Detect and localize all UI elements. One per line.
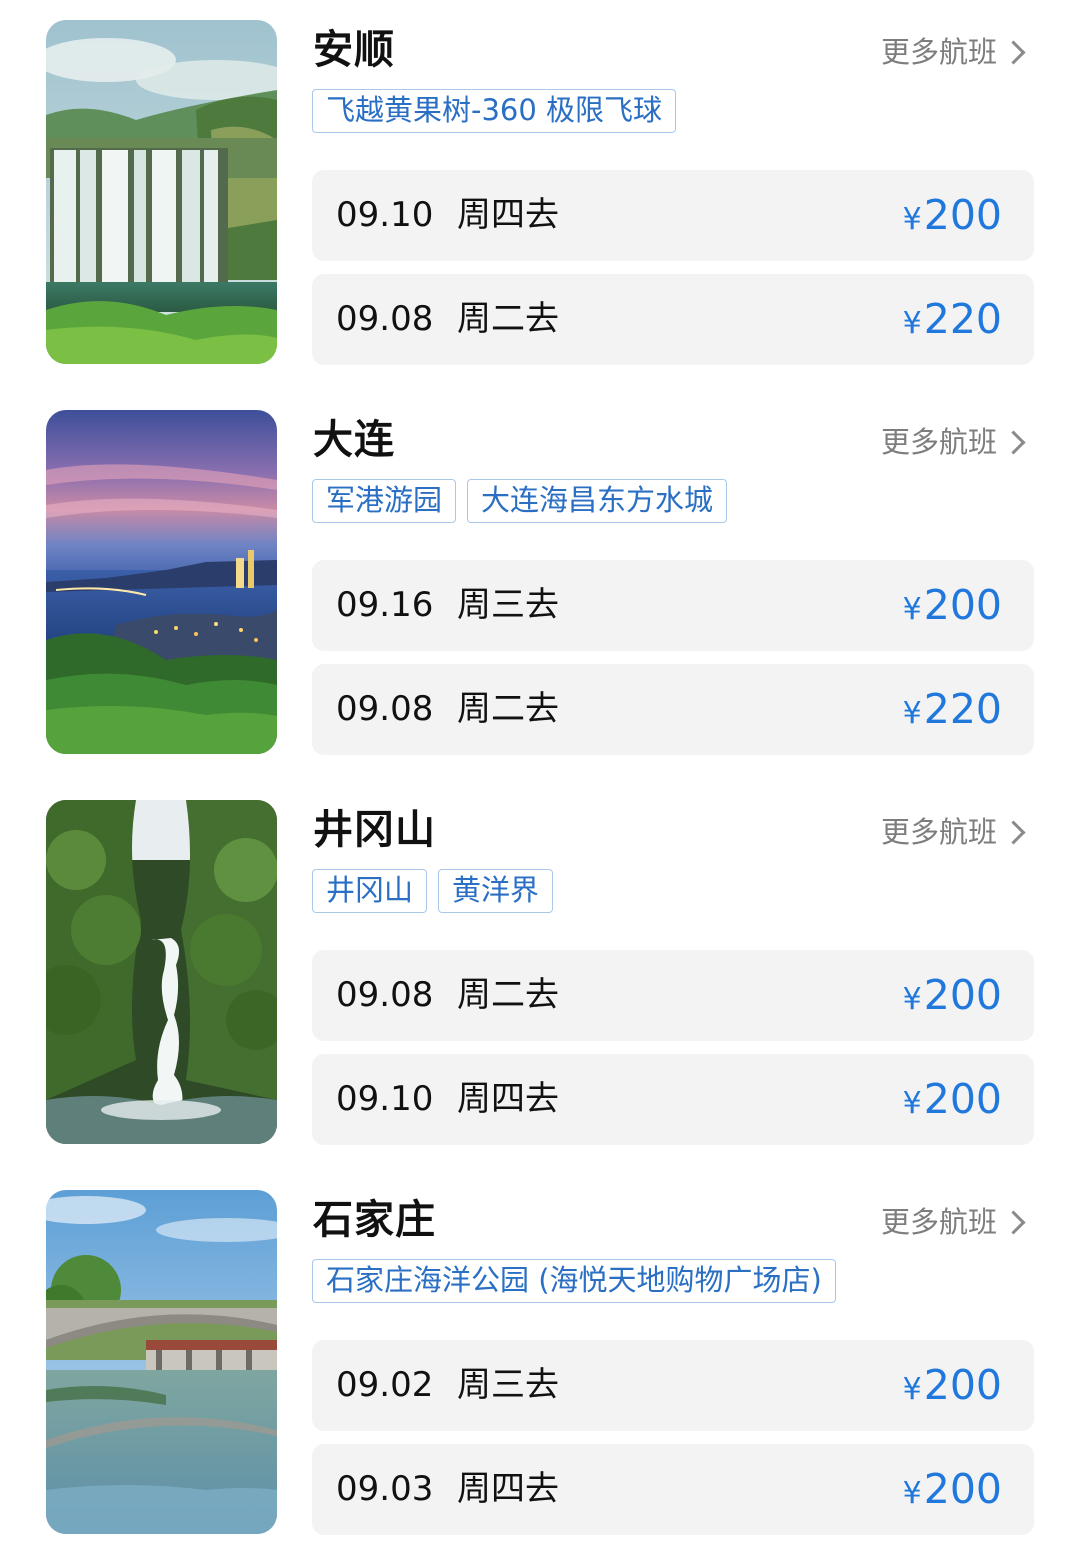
chevron-right-icon [1001, 1209, 1026, 1235]
flight-date: 09.08 [336, 975, 434, 1015]
flight-price: ¥200 [903, 170, 1002, 265]
more-flights-label: 更多航班 [880, 1205, 997, 1239]
flight-weekday: 周四去 [457, 1079, 559, 1119]
more-flights-link[interactable]: 更多航班 [881, 1202, 1028, 1242]
flight-weekday: 周二去 [457, 689, 559, 729]
price-value: 200 [923, 191, 1002, 239]
stone-arch-bridge-photo[interactable] [46, 1190, 277, 1534]
attraction-tag[interactable]: 黄洋界 [438, 869, 554, 913]
flight-date: 09.16 [336, 585, 434, 625]
price-value: 200 [923, 581, 1002, 629]
price-value: 200 [923, 1465, 1002, 1513]
flight-date: 09.02 [336, 1365, 434, 1405]
city-name: 大连 [313, 417, 395, 463]
currency-symbol: ¥ [902, 202, 922, 237]
price-value: 200 [923, 1075, 1002, 1123]
attraction-tags: 石家庄海洋公园 (海悦天地购物广场店) [312, 1259, 836, 1303]
attraction-tag[interactable]: 飞越黄果树-360 极限飞球 [312, 89, 677, 133]
coastal-city-dusk-photo[interactable] [46, 410, 277, 754]
more-flights-label: 更多航班 [880, 815, 997, 849]
city-name: 安顺 [313, 27, 395, 73]
currency-symbol: ¥ [902, 592, 922, 627]
flight-price: ¥200 [903, 560, 1002, 655]
price-value: 200 [923, 971, 1002, 1019]
city-name: 井冈山 [313, 807, 436, 853]
flight-weekday: 周二去 [457, 299, 559, 339]
flight-option[interactable]: 09.08 周二去 ¥220 [312, 274, 1034, 365]
flight-option[interactable]: 09.08 周二去 ¥220 [312, 664, 1034, 755]
more-flights-link[interactable]: 更多航班 [881, 32, 1028, 72]
price-value: 220 [923, 295, 1002, 343]
flight-date: 09.08 [336, 299, 434, 339]
flight-weekday: 周二去 [457, 975, 559, 1015]
flight-option[interactable]: 09.08 周二去 ¥200 [312, 950, 1034, 1041]
currency-symbol: ¥ [902, 1372, 922, 1407]
city-name: 石家庄 [313, 1197, 436, 1243]
attraction-tag[interactable]: 井冈山 [312, 869, 428, 913]
flight-option[interactable]: 09.16 周三去 ¥200 [312, 560, 1034, 651]
attraction-tags: 井冈山 黄洋界 [312, 869, 554, 913]
flight-weekday: 周三去 [457, 585, 559, 625]
destination-card-anshun[interactable]: 安顺 更多航班 飞越黄果树-360 极限飞球 09.10 周四去 ¥200 09… [0, 0, 1080, 365]
flight-date: 09.10 [336, 195, 434, 235]
flight-date: 09.03 [336, 1469, 434, 1509]
more-flights-link[interactable]: 更多航班 [881, 422, 1028, 462]
forest-waterfall-photo[interactable] [46, 800, 277, 1144]
waterfall-photo[interactable] [46, 20, 277, 364]
destination-card-jinggangshan[interactable]: 井冈山 更多航班 井冈山 黄洋界 09.08 周二去 ¥200 09.10 周四… [0, 780, 1080, 1145]
currency-symbol: ¥ [902, 696, 922, 731]
destination-card-shijiazhuang[interactable]: 石家庄 更多航班 石家庄海洋公园 (海悦天地购物广场店) 09.02 周三去 ¥… [0, 1170, 1080, 1535]
destination-card-dalian[interactable]: 大连 更多航班 军港游园 大连海昌东方水城 09.16 周三去 ¥200 09.… [0, 390, 1080, 755]
price-value: 220 [923, 685, 1002, 733]
flight-option[interactable]: 09.10 周四去 ¥200 [312, 170, 1034, 261]
flight-option[interactable]: 09.10 周四去 ¥200 [312, 1054, 1034, 1145]
chevron-right-icon [1001, 39, 1026, 65]
flight-weekday: 周三去 [457, 1365, 559, 1405]
flight-price: ¥200 [903, 1054, 1002, 1149]
flight-price: ¥220 [903, 274, 1002, 369]
price-value: 200 [923, 1361, 1002, 1409]
attraction-tags: 飞越黄果树-360 极限飞球 [312, 89, 677, 133]
chevron-right-icon [1001, 819, 1026, 845]
flight-price: ¥200 [903, 1444, 1002, 1539]
more-flights-link[interactable]: 更多航班 [881, 812, 1028, 852]
currency-symbol: ¥ [902, 306, 922, 341]
flight-date: 09.08 [336, 689, 434, 729]
attraction-tag[interactable]: 军港游园 [312, 479, 457, 523]
currency-symbol: ¥ [902, 1476, 922, 1511]
flight-price: ¥200 [903, 1340, 1002, 1435]
flight-weekday: 周四去 [457, 1469, 559, 1509]
more-flights-label: 更多航班 [880, 425, 997, 459]
attraction-tags: 军港游园 大连海昌东方水城 [312, 479, 728, 523]
currency-symbol: ¥ [902, 1086, 922, 1121]
chevron-right-icon [1001, 429, 1026, 455]
attraction-tag[interactable]: 大连海昌东方水城 [467, 479, 728, 523]
flight-option[interactable]: 09.02 周三去 ¥200 [312, 1340, 1034, 1431]
flight-option[interactable]: 09.03 周四去 ¥200 [312, 1444, 1034, 1535]
flight-price: ¥220 [903, 664, 1002, 759]
flight-price: ¥200 [903, 950, 1002, 1045]
flight-date: 09.10 [336, 1079, 434, 1119]
attraction-tag[interactable]: 石家庄海洋公园 (海悦天地购物广场店) [312, 1259, 836, 1303]
more-flights-label: 更多航班 [880, 35, 997, 69]
currency-symbol: ¥ [902, 982, 922, 1017]
flight-weekday: 周四去 [457, 195, 559, 235]
